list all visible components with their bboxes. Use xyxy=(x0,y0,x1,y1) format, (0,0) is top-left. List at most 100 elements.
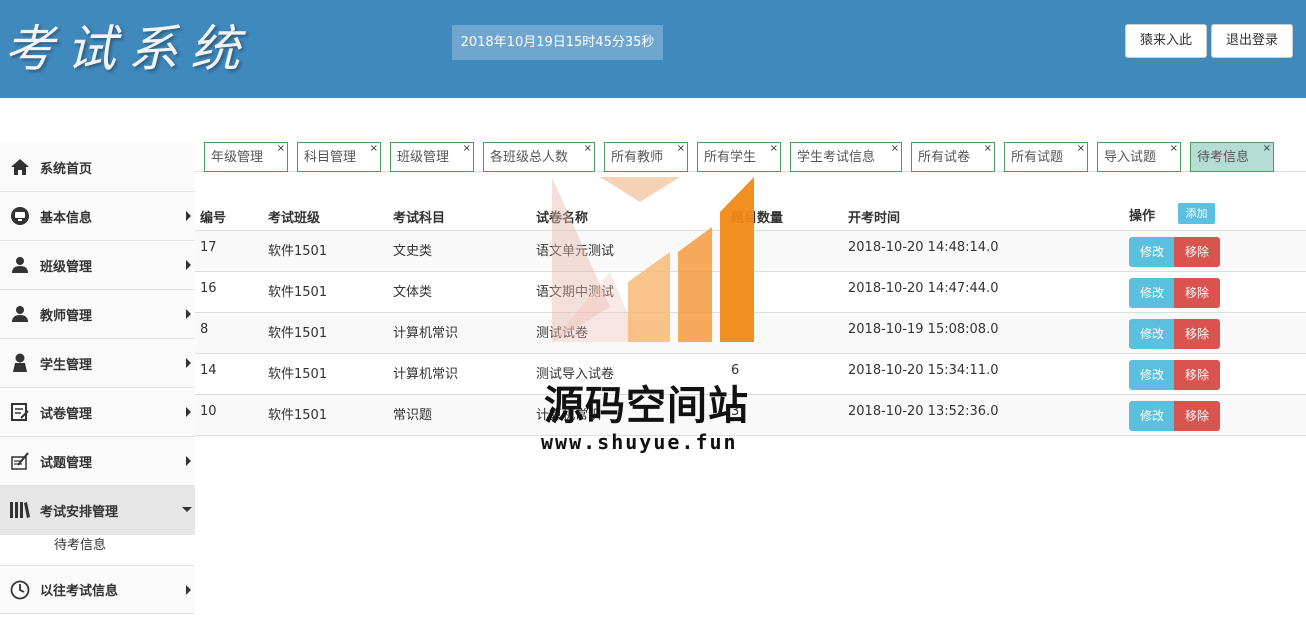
add-button[interactable]: 添加 xyxy=(1178,203,1215,224)
cell-subject: 计算机常识 xyxy=(393,326,459,341)
sidebar-item-label: 基本信息 xyxy=(40,210,93,226)
tab-all-questions[interactable]: 所有试题 × xyxy=(1004,142,1088,172)
paper-icon xyxy=(9,450,31,472)
tab-label: 所有试题 xyxy=(1011,150,1064,165)
info-icon xyxy=(9,205,31,227)
sidebar-subitem-pending-exams[interactable]: 待考信息 xyxy=(0,535,195,566)
cell-id: 14 xyxy=(200,363,217,378)
close-icon[interactable]: × xyxy=(277,134,285,164)
sidebar-item-exam-schedule[interactable]: 考试安排管理 xyxy=(0,486,195,535)
tab-all-students[interactable]: 所有学生 × xyxy=(697,142,781,172)
sidebar-item-home[interactable]: 系统首页 xyxy=(0,143,195,192)
column-header-subject: 考试科目 xyxy=(393,211,446,226)
cell-subject: 计算机常识 xyxy=(393,367,459,382)
sidebar-item-paper-management[interactable]: 试卷管理 xyxy=(0,388,195,437)
tab-all-teachers[interactable]: 所有教师 × xyxy=(604,142,688,172)
app-logo: 考试系统 xyxy=(4,20,252,78)
tab-subject-management[interactable]: 科目管理 × xyxy=(297,142,381,172)
cell-id: 17 xyxy=(200,240,217,255)
edit-icon xyxy=(9,401,31,423)
header-bar: 考试系统 2018年10月19日15时45分35秒 猿来入此 退出登录 xyxy=(0,0,1306,98)
edit-button[interactable]: 修改 xyxy=(1129,401,1175,431)
sidebar-item-teacher-management[interactable]: 教师管理 xyxy=(0,290,195,339)
sidebar-item-class-management[interactable]: 班级管理 xyxy=(0,241,195,290)
cell-start-time: 2018-10-20 14:47:44.0 xyxy=(848,281,999,296)
delete-button[interactable]: 移除 xyxy=(1174,360,1220,390)
column-header-paper: 试卷名称 xyxy=(536,211,589,226)
tab-bar: 年级管理 × 科目管理 × 班级管理 × 各班级总人数 × 所有教师 × 所有学生 × 学生… xyxy=(195,142,1306,172)
table-header: 编号 考试班级 考试科目 试卷名称 题目数量 开考时间 操作 添加 xyxy=(195,197,1306,231)
cell-start-time: 2018-10-20 13:52:36.0 xyxy=(848,404,999,419)
delete-button[interactable]: 移除 xyxy=(1174,237,1220,267)
column-header-count: 题目数量 xyxy=(731,211,784,226)
column-header-actions: 操作 xyxy=(1129,209,1156,224)
tab-label: 年级管理 xyxy=(211,150,264,165)
tab-class-management[interactable]: 班级管理 × xyxy=(390,142,474,172)
home-button[interactable]: 猿来入此 xyxy=(1125,24,1207,58)
cell-class: 软件1501 xyxy=(268,367,328,382)
chevron-down-icon xyxy=(182,507,192,512)
sidebar-item-question-management[interactable]: 试题管理 xyxy=(0,437,195,486)
chevron-right-icon xyxy=(186,407,191,417)
sidebar-item-label: 考试安排管理 xyxy=(40,504,119,520)
chevron-right-icon xyxy=(186,309,191,319)
tab-label: 科目管理 xyxy=(304,150,357,165)
sidebar-item-student-management[interactable]: 学生管理 xyxy=(0,339,195,388)
close-icon[interactable]: × xyxy=(463,134,471,164)
edit-button[interactable]: 修改 xyxy=(1129,360,1175,390)
sidebar-item-label: 教师管理 xyxy=(40,308,93,324)
chevron-right-icon xyxy=(186,260,191,270)
close-icon[interactable]: × xyxy=(677,134,685,164)
close-icon[interactable]: × xyxy=(1077,134,1085,164)
sidebar-item-label: 班级管理 xyxy=(40,259,93,275)
close-icon[interactable]: × xyxy=(891,134,899,164)
tab-import-questions[interactable]: 导入试题 × xyxy=(1097,142,1181,172)
close-icon[interactable]: × xyxy=(370,134,378,164)
column-header-start-time: 开考时间 xyxy=(848,211,901,226)
clock-icon xyxy=(9,579,31,601)
close-icon[interactable]: × xyxy=(1170,134,1178,164)
cell-start-time: 2018-10-20 15:34:11.0 xyxy=(848,363,999,378)
watermark-url: www.shuyue.fun xyxy=(541,430,738,454)
user-icon xyxy=(9,303,31,325)
user-icon xyxy=(9,254,31,276)
sidebar-item-label: 试题管理 xyxy=(40,455,93,471)
tab-label: 导入试题 xyxy=(1104,150,1157,165)
edit-button[interactable]: 修改 xyxy=(1129,237,1175,267)
cell-paper: 测试试卷 xyxy=(536,326,589,341)
close-icon[interactable]: × xyxy=(984,134,992,164)
table-row: 14 软件1501 计算机常识 测试导入试卷 6 2018-10-20 15:3… xyxy=(195,354,1306,395)
cell-id: 10 xyxy=(200,404,217,419)
tab-student-exam-info[interactable]: 学生考试信息 × xyxy=(790,142,902,172)
tab-pending-exams[interactable]: 待考信息 × xyxy=(1190,142,1274,172)
chevron-right-icon xyxy=(186,456,191,466)
sidebar-item-label: 以往考试信息 xyxy=(40,584,119,599)
cell-subject: 常识题 xyxy=(393,408,433,423)
cell-class: 软件1501 xyxy=(268,244,328,259)
close-icon[interactable]: × xyxy=(584,134,592,164)
delete-button[interactable]: 移除 xyxy=(1174,319,1220,349)
cell-start-time: 2018-10-20 14:48:14.0 xyxy=(848,240,999,255)
cell-start-time: 2018-10-19 15:08:08.0 xyxy=(848,322,999,337)
cell-id: 8 xyxy=(200,322,209,337)
tab-grade-management[interactable]: 年级管理 × xyxy=(204,142,288,172)
books-icon xyxy=(9,499,31,521)
close-icon[interactable]: × xyxy=(770,134,778,164)
exam-schedule-table: 编号 考试班级 考试科目 试卷名称 题目数量 开考时间 操作 添加 17 软件1… xyxy=(195,197,1306,436)
edit-button[interactable]: 修改 xyxy=(1129,319,1175,349)
close-icon[interactable]: × xyxy=(1263,134,1271,164)
delete-button[interactable]: 移除 xyxy=(1174,401,1220,431)
datetime-display: 2018年10月19日15时45分35秒 xyxy=(452,25,663,60)
cell-class: 软件1501 xyxy=(268,408,328,423)
sidebar-item-label: 试卷管理 xyxy=(40,406,93,422)
sidebar-item-past-exams[interactable]: 以往考试信息 xyxy=(0,566,195,614)
delete-button[interactable]: 移除 xyxy=(1174,278,1220,308)
tab-class-totals[interactable]: 各班级总人数 × xyxy=(483,142,595,172)
sidebar-item-basic-info[interactable]: 基本信息 xyxy=(0,192,195,241)
tab-label: 所有教师 xyxy=(611,150,664,165)
logout-button[interactable]: 退出登录 xyxy=(1211,24,1293,58)
tab-all-papers[interactable]: 所有试卷 × xyxy=(911,142,995,172)
tab-label: 学生考试信息 xyxy=(797,150,876,165)
edit-button[interactable]: 修改 xyxy=(1129,278,1175,308)
table-row: 17 软件1501 文史类 语文单元测试 2018-10-20 14:48:14… xyxy=(195,231,1306,272)
